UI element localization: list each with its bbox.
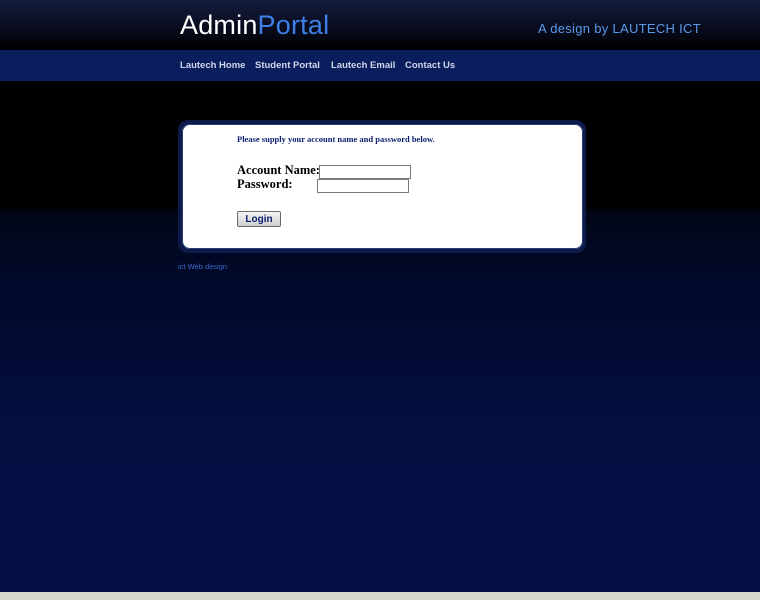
login-instruction: Please supply your account name and pass… [237,134,435,144]
brand-portal-text: Portal [257,10,330,40]
nav-student-portal[interactable]: Student Portal [255,50,320,81]
bottom-strip [0,592,760,600]
password-label: Password: [237,177,293,191]
nav-contact-us[interactable]: Contact Us [405,50,455,81]
nav-lautech-home[interactable]: Lautech Home [180,50,245,81]
footer-web-design-link[interactable]: ict Web design [178,262,227,271]
login-button[interactable]: Login [237,211,281,227]
nav-lautech-email[interactable]: Lautech Email [331,50,395,81]
password-input[interactable] [317,179,409,193]
main-nav: Lautech Home Student Portal Lautech Emai… [0,50,760,81]
account-name-input[interactable] [319,165,411,179]
site-logo[interactable]: AdminPortal [180,9,329,41]
account-name-label: Account Name: [237,163,320,177]
brand-admin-text: Admin [180,10,258,40]
top-header: AdminPortal A design by LAUTECH ICT [0,0,760,50]
login-panel: Please supply your account name and pass… [182,124,583,249]
header-tagline: A design by LAUTECH ICT [538,21,701,36]
